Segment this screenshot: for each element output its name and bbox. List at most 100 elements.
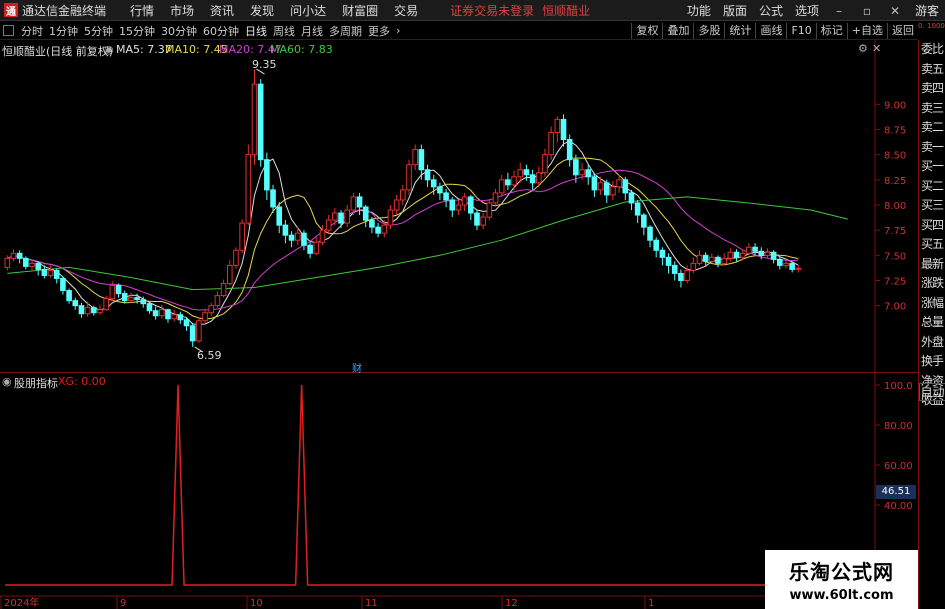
- candle-body: [474, 212, 480, 226]
- restore-icon[interactable]: ▫: [859, 4, 875, 18]
- f10-button[interactable]: F10: [786, 23, 815, 39]
- tab-more[interactable]: 更多: [368, 23, 390, 39]
- close-chart-icon[interactable]: ✕: [872, 42, 881, 55]
- auto-button[interactable]: 自动: [919, 383, 945, 401]
- tab-15min[interactable]: 15分钟: [119, 23, 155, 39]
- main-price-axis: 9.00 8.75 8.50 8.25 8.00 7.75 7.50 7.25 7.00: [874, 40, 906, 372]
- tab-multi-period[interactable]: 多周期: [329, 23, 362, 39]
- add-watchlist-button[interactable]: +自选: [846, 23, 887, 39]
- rp-turnover[interactable]: 换手: [919, 352, 945, 372]
- candle-body: [511, 176, 517, 186]
- rp-weibi[interactable]: 委比: [919, 40, 945, 60]
- candle-body: [690, 262, 697, 271]
- rp-change[interactable]: 涨跌: [919, 274, 945, 294]
- tab-weekly[interactable]: 周线: [273, 23, 295, 39]
- candle-body: [764, 251, 771, 256]
- guest-label[interactable]: 游客: [915, 2, 939, 19]
- candle-body: [412, 149, 418, 166]
- rp-sell3[interactable]: 卖三: [919, 99, 945, 119]
- candle-body: [115, 285, 122, 295]
- date-tick-label: 9: [120, 598, 126, 609]
- more-chevron-icon[interactable]: ›: [396, 24, 400, 37]
- candle-body: [103, 298, 109, 311]
- candle-body: [214, 295, 221, 307]
- menu-item-discover[interactable]: 发现: [250, 2, 274, 19]
- rp-sell2[interactable]: 卖二: [919, 118, 945, 138]
- trading-terminal-window: 通 通达信金融终端 行情 市场 资讯 发现 问小达 财富圈 交易 证券交易未登录…: [0, 0, 945, 609]
- menu-item-functions[interactable]: 功能: [687, 2, 711, 19]
- rp-sell5[interactable]: 卖五: [919, 60, 945, 80]
- kline-chart[interactable]: 9.00 8.75 8.50 8.25 8.00 7.75 7.50 7.25 7.00 100…: [0, 40, 918, 609]
- app-title: 通达信金融终端: [22, 3, 107, 18]
- tab-daily[interactable]: 日线: [245, 23, 267, 39]
- draw-line-button[interactable]: 画线: [755, 23, 786, 39]
- candle-body: [733, 251, 740, 258]
- panel-divider[interactable]: [0, 372, 918, 373]
- candle-body: [573, 159, 579, 176]
- menu-item-quotes[interactable]: 行情: [130, 2, 154, 19]
- candle-body: [727, 251, 734, 259]
- rp-change-pct[interactable]: 涨幅: [919, 294, 945, 314]
- candle-body: [418, 149, 425, 171]
- panel-toggle-icon[interactable]: [3, 25, 14, 36]
- candle-body: [128, 297, 134, 302]
- menu-item-trade[interactable]: 交易: [394, 2, 418, 19]
- candle-body: [245, 154, 252, 224]
- menu-right-group: 功能 版面 公式 选项 – ▫ ✕ 游客: [681, 0, 945, 21]
- menu-item-market[interactable]: 市场: [170, 2, 194, 19]
- tab-60min[interactable]: 60分钟: [203, 23, 239, 39]
- candle-body: [424, 169, 431, 181]
- rp-sell4[interactable]: 卖四: [919, 79, 945, 99]
- rp-buy3[interactable]: 买三: [919, 196, 945, 216]
- candle-body: [226, 264, 233, 285]
- mark-button[interactable]: 标记: [815, 23, 847, 39]
- tab-monthly[interactable]: 月线: [301, 23, 323, 39]
- rp-sell1[interactable]: 卖一: [919, 138, 945, 158]
- tab-5min[interactable]: 5分钟: [84, 23, 113, 39]
- candle-body: [721, 257, 727, 264]
- indicator-settings-icon[interactable]: ◉: [2, 375, 12, 388]
- indicator-name[interactable]: 股朋指标: [14, 375, 58, 391]
- menu-item-wealth[interactable]: 财富圈: [342, 2, 378, 19]
- login-status[interactable]: 证券交易未登录: [450, 2, 534, 19]
- price-tick-label: 7.00: [884, 302, 906, 313]
- multi-stock-button[interactable]: 多股: [693, 23, 724, 39]
- candle-body: [121, 293, 128, 302]
- candle-body: [251, 83, 258, 156]
- tab-30min[interactable]: 30分钟: [161, 23, 197, 39]
- menu-item-formula[interactable]: 公式: [759, 2, 783, 19]
- rp-volume[interactable]: 总量: [919, 313, 945, 333]
- rp-buy5[interactable]: 买五: [919, 235, 945, 255]
- menu-bar: 通 通达信金融终端 行情 市场 资讯 发现 问小达 财富圈 交易 证券交易未登录…: [0, 0, 945, 21]
- candle-body: [189, 325, 196, 342]
- quote-side-panel: 委比 卖五 卖四 卖三 卖二 卖一 买一 买二 买三 买四 买五 最新 涨跌 涨…: [918, 40, 945, 609]
- adjust-button[interactable]: 复权: [631, 23, 662, 39]
- menu-item-ask[interactable]: 问小达: [290, 2, 326, 19]
- tab-intraday[interactable]: 分时: [21, 23, 43, 39]
- overlay-button[interactable]: 叠加: [662, 23, 693, 39]
- candle-body: [468, 196, 474, 214]
- menu-item-news[interactable]: 资讯: [210, 2, 234, 19]
- candle-body: [535, 172, 542, 184]
- finance-news-marker[interactable]: 财: [352, 360, 362, 375]
- statistics-button[interactable]: 统计: [724, 23, 755, 39]
- candle-body: [702, 254, 709, 262]
- rp-buy4[interactable]: 买四: [919, 216, 945, 236]
- rp-buy1[interactable]: 买一: [919, 157, 945, 177]
- candle-body: [152, 310, 159, 317]
- rp-buy2[interactable]: 买二: [919, 177, 945, 197]
- minimize-icon[interactable]: –: [831, 4, 847, 18]
- back-button[interactable]: 返回: [887, 23, 918, 39]
- menu-item-layout[interactable]: 版面: [723, 2, 747, 19]
- rp-latest[interactable]: 最新: [919, 255, 945, 275]
- candle-body: [523, 169, 530, 176]
- rp-outer-volume[interactable]: 外盘: [919, 333, 945, 353]
- candle-body: [325, 219, 332, 231]
- gear-icon[interactable]: ⚙: [858, 42, 868, 55]
- watermark-title: 乐淘公式网: [789, 560, 894, 584]
- close-icon[interactable]: ✕: [887, 4, 903, 18]
- candle-body: [307, 244, 313, 254]
- tab-1min[interactable]: 1分钟: [49, 23, 78, 39]
- ma-settings-icon[interactable]: ◉: [104, 43, 114, 56]
- menu-item-options[interactable]: 选项: [795, 2, 819, 19]
